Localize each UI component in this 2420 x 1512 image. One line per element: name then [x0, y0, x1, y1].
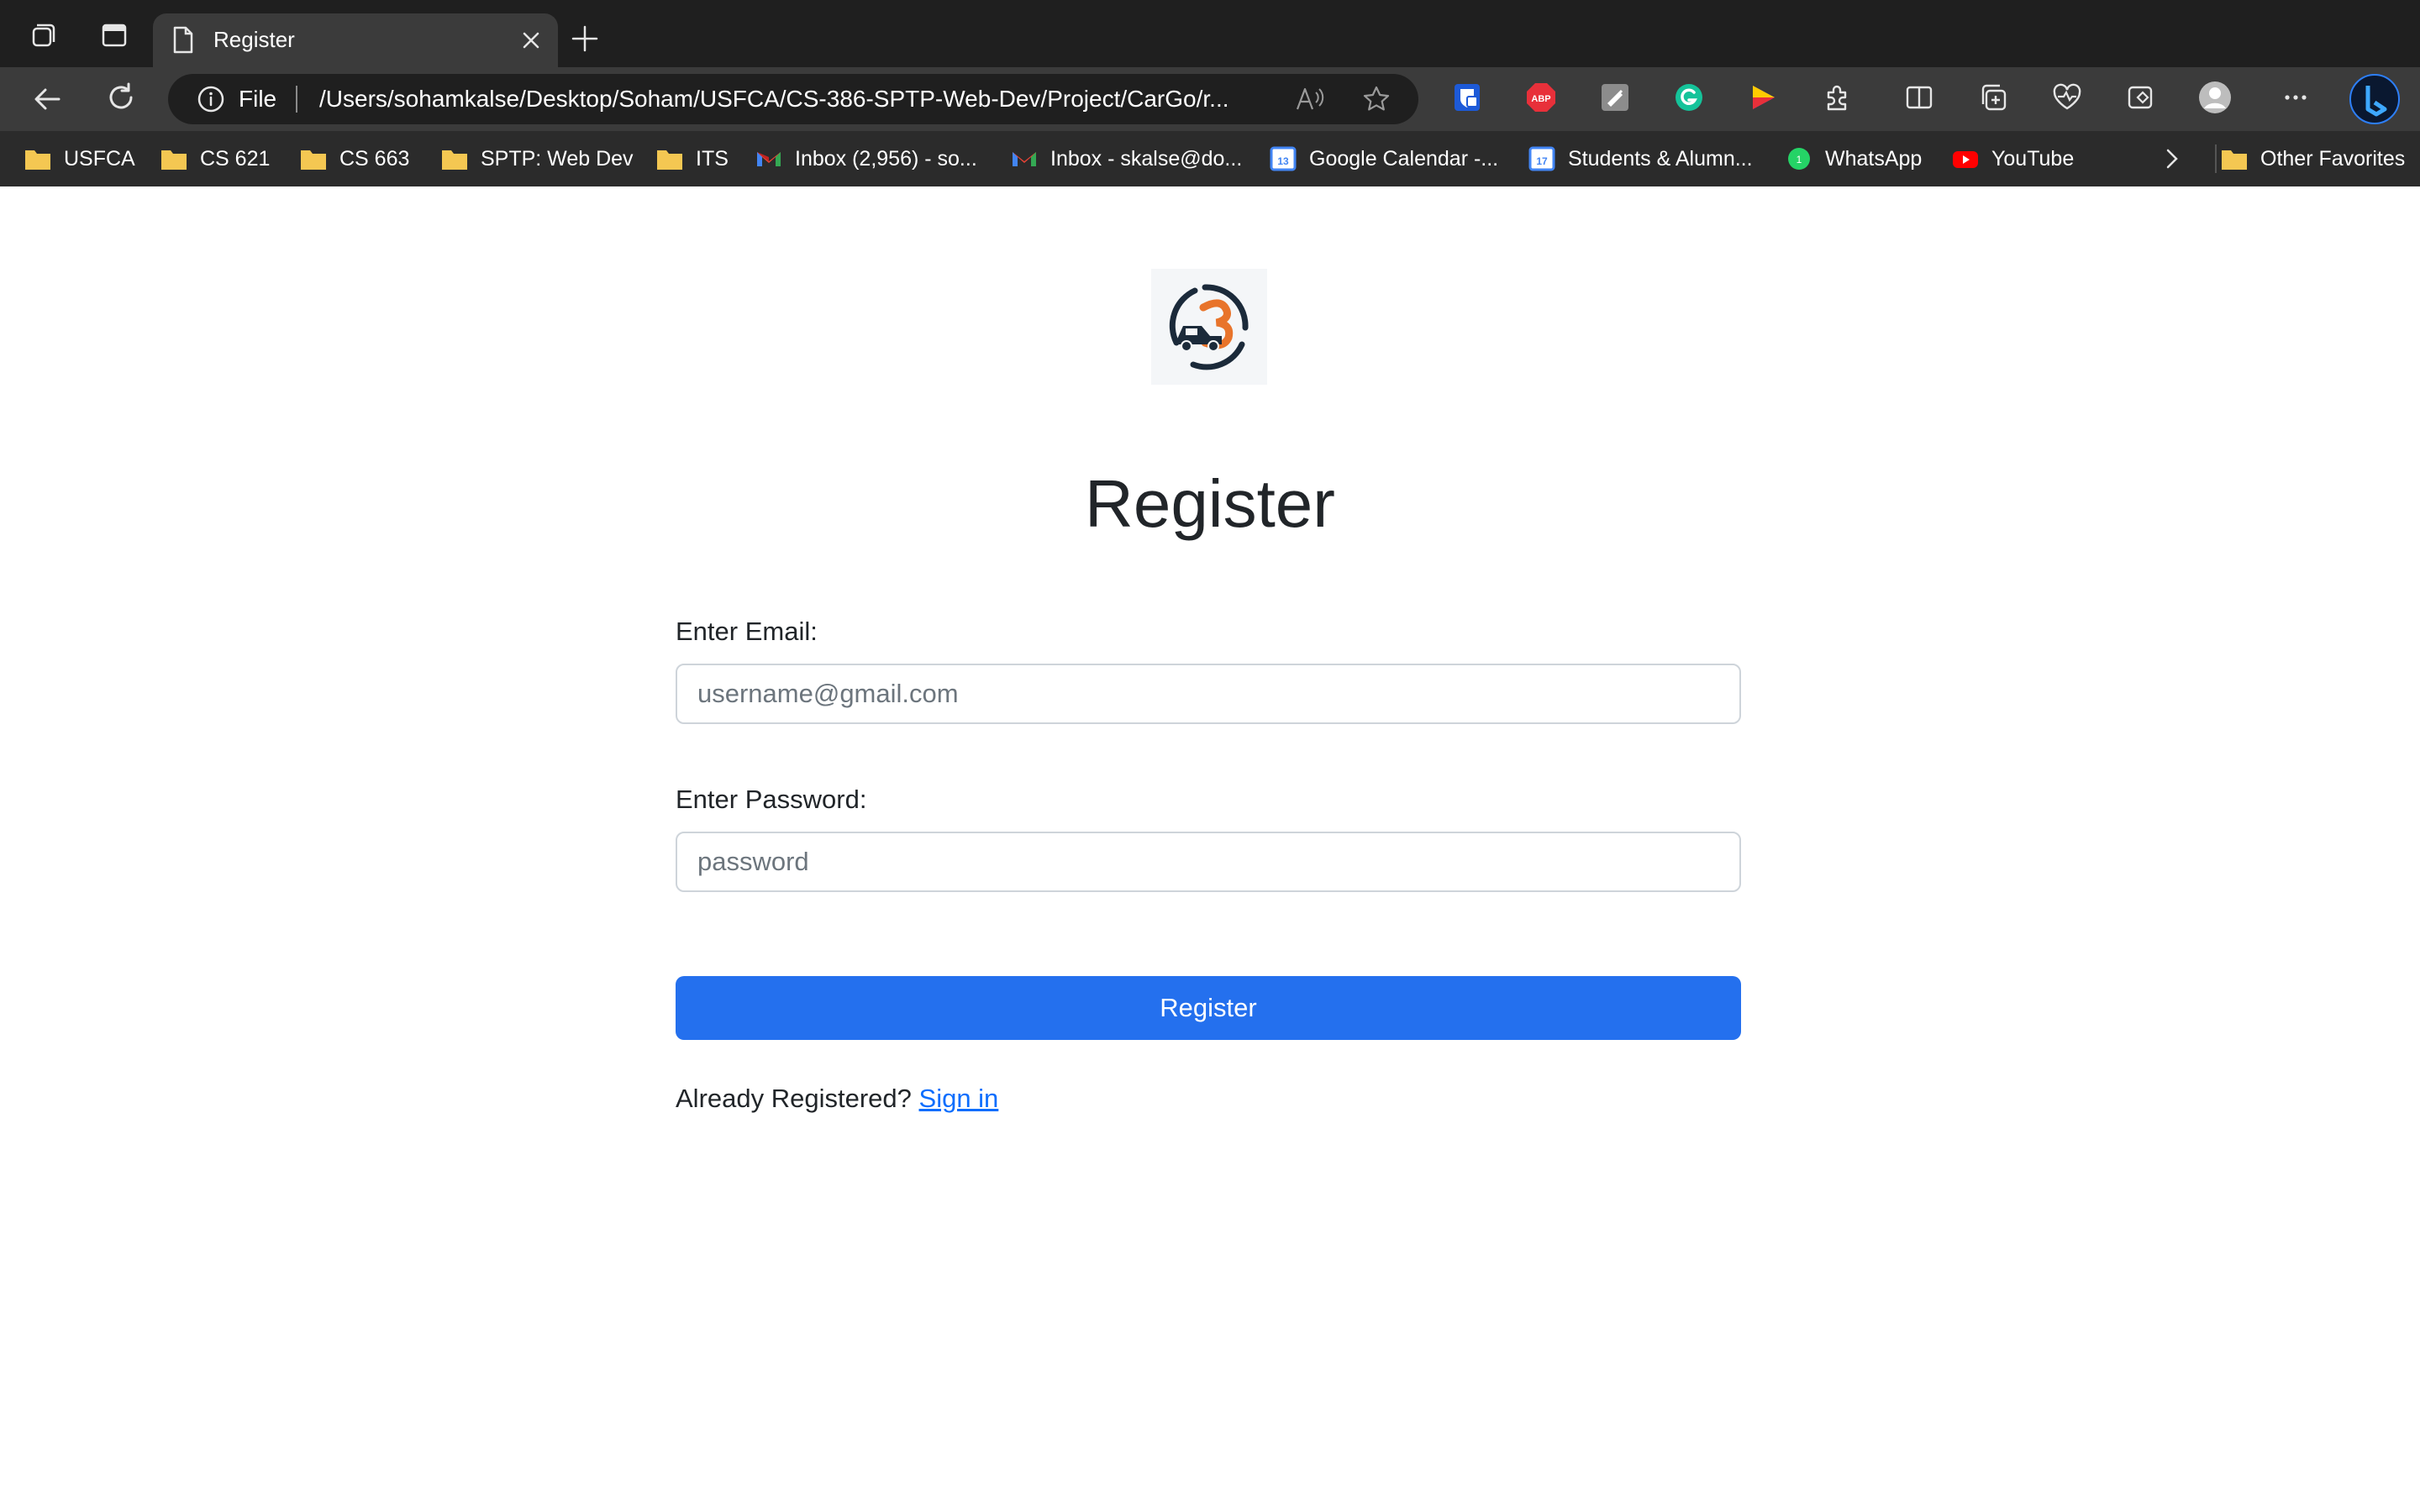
signin-link[interactable]: Sign in [919, 1084, 999, 1113]
grammarly-icon[interactable] [1672, 81, 1706, 114]
folder-icon [24, 146, 52, 171]
folder-icon [160, 146, 188, 171]
bookmark-gmail-inbox[interactable]: Inbox (2,956) - so... [755, 144, 977, 173]
cargo-logo [1151, 269, 1267, 385]
info-icon[interactable] [197, 85, 225, 113]
favorite-star-icon[interactable] [1361, 84, 1392, 114]
tab-title: Register [213, 27, 295, 52]
refresh-icon[interactable] [101, 79, 141, 119]
folder-icon [655, 146, 684, 171]
bookmark-label: YouTube [1991, 146, 2075, 171]
whatsapp-icon: 1 [1785, 146, 1813, 171]
bookmark-label: Inbox (2,956) - so... [795, 146, 977, 171]
browser-essentials-icon[interactable] [2050, 81, 2084, 114]
browser-chrome: Register File /Users/sohamkalse/Desktop/… [0, 0, 2420, 188]
bookmark-cs621[interactable]: CS 621 [160, 144, 270, 173]
bookmark-youtube[interactable]: YouTube [1951, 144, 2074, 173]
bookmark-gmail-skalse[interactable]: Inbox - skalse@do... [1010, 144, 1242, 173]
password-field[interactable] [676, 832, 1741, 892]
workspaces-icon[interactable] [27, 18, 60, 52]
bookmark-its[interactable]: ITS [655, 144, 729, 173]
more-icon[interactable] [2279, 81, 2312, 114]
folder-icon [440, 146, 469, 171]
email-label: Enter Email: [676, 617, 818, 646]
password-label: Enter Password: [676, 785, 867, 814]
bookmark-label: USFCA [64, 146, 135, 171]
bookmark-whatsapp[interactable]: 1 WhatsApp [1785, 144, 1922, 173]
notes-extension-icon[interactable] [1598, 81, 1632, 114]
bookmark-label: Inbox - skalse@do... [1050, 146, 1243, 171]
bitwarden-icon[interactable] [1450, 81, 1484, 114]
read-aloud-icon[interactable] [1294, 84, 1324, 114]
url-text[interactable]: /Users/sohamkalse/Desktop/Soham/USFCA/CS… [319, 86, 1454, 113]
bookmarks-bar: USFCA CS 621 CS 663 SPTP: Web Dev ITS In… [0, 131, 2420, 188]
bookmark-label: CS 621 [200, 146, 271, 171]
close-icon[interactable] [516, 25, 546, 55]
bookmark-google-calendar[interactable]: 13 Google Calendar -... [1269, 144, 1498, 173]
bookmark-other-favorites[interactable]: Other Favorites [2215, 144, 2405, 173]
register-button[interactable]: Register [676, 976, 1741, 1040]
url-scheme: File [239, 86, 277, 112]
calendar-icon: 13 [1269, 146, 1297, 171]
email-field[interactable] [676, 664, 1741, 724]
collections-icon[interactable] [1976, 81, 2010, 114]
bookmark-sptp-web-dev[interactable]: SPTP: Web Dev [440, 144, 634, 173]
new-tab-icon[interactable] [568, 22, 602, 55]
bookmark-students-alumni[interactable]: 17 Students & Alumn... [1528, 144, 1753, 173]
bookmark-label: SPTP: Web Dev [481, 146, 634, 171]
bookmark-label: CS 663 [339, 146, 410, 171]
colorful-extension-icon[interactable] [1746, 81, 1780, 114]
split-screen-icon[interactable] [1902, 81, 1936, 114]
signin-row: Already Registered? Sign in [676, 1084, 998, 1114]
bookmark-label: Students & Alumn... [1568, 146, 1753, 171]
svg-text:ABP: ABP [1531, 94, 1550, 104]
adblock-plus-icon[interactable]: ABP [1524, 81, 1558, 114]
folder-icon [2220, 146, 2249, 171]
page-content: Register Enter Email: Enter Password: Re… [0, 186, 2420, 1512]
youtube-icon [1951, 146, 1980, 171]
folder-icon [299, 146, 328, 171]
gmail-icon [1010, 146, 1039, 171]
copilot-icon[interactable] [2124, 81, 2158, 114]
profile-avatar[interactable] [2198, 81, 2232, 114]
bookmark-label: Other Favorites [2260, 146, 2406, 171]
address-bar[interactable]: File /Users/sohamkalse/Desktop/Soham/USF… [168, 74, 1418, 124]
gmail-icon [755, 146, 783, 171]
svg-text:1: 1 [1797, 154, 1802, 165]
signin-prompt: Already Registered? [676, 1084, 912, 1113]
tab-register[interactable]: Register [153, 13, 558, 67]
extensions-icon[interactable] [1820, 81, 1854, 114]
svg-text:13: 13 [1277, 155, 1289, 167]
bookmark-usfca[interactable]: USFCA [24, 144, 135, 173]
page-title: Register [1085, 466, 1335, 541]
address-separator [296, 86, 297, 113]
tab-strip: Register [0, 0, 2420, 67]
svg-text:17: 17 [1536, 155, 1548, 167]
chevron-right-icon[interactable] [2160, 144, 2185, 173]
page-icon [173, 26, 193, 54]
bing-icon[interactable] [2349, 74, 2400, 124]
bookmark-cs663[interactable]: CS 663 [299, 144, 409, 173]
bookmark-label: WhatsApp [1825, 146, 1923, 171]
tab-actions-icon[interactable] [97, 18, 131, 52]
back-icon[interactable] [27, 79, 67, 119]
calendar-icon: 17 [1528, 146, 1556, 171]
bookmark-label: ITS [696, 146, 729, 171]
bookmark-label: Google Calendar -... [1309, 146, 1499, 171]
